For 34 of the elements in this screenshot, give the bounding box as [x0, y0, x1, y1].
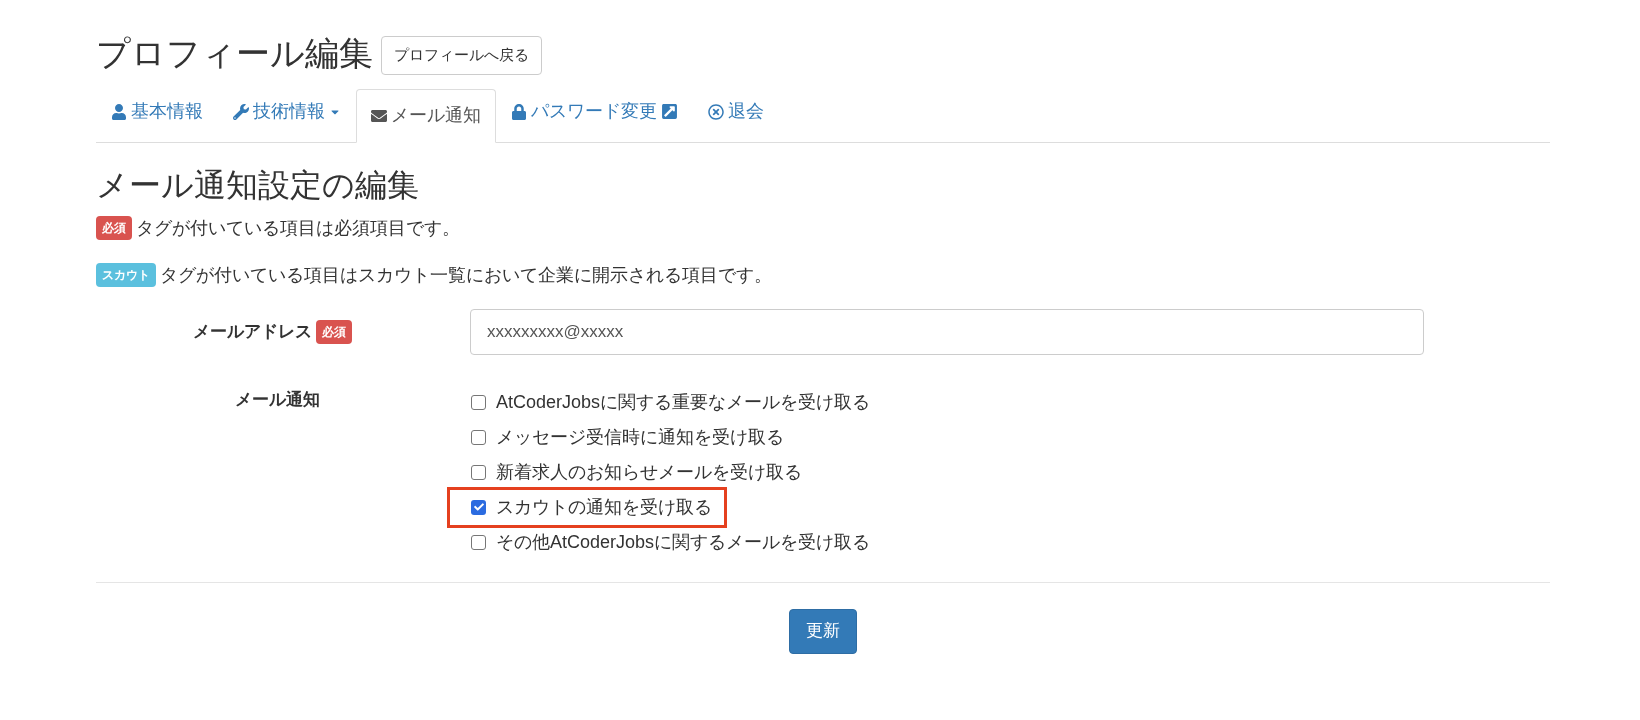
field-label: メールアドレス [193, 320, 312, 343]
option-label: 新着求人のお知らせメールを受け取る [496, 460, 802, 484]
update-button[interactable]: 更新 [789, 608, 857, 654]
checkbox[interactable] [471, 394, 486, 410]
field-label: メール通知 [235, 388, 320, 411]
option-label: メッセージ受信時に通知を受け取る [496, 425, 784, 449]
check-icon [473, 502, 484, 512]
lock-icon [511, 103, 527, 120]
email-field[interactable]: xxxxxxxxx@xxxxx [470, 308, 1424, 355]
checkbox[interactable] [471, 464, 486, 480]
option-label: スカウトの通知を受け取る [496, 495, 712, 519]
legend-text: タグが付いている項目はスカウト一覧において企業に開示される項目です。 [160, 263, 772, 287]
tab[interactable]: パスワード変更 [496, 84, 693, 139]
tab[interactable]: 技術情報 [218, 84, 356, 139]
legend-text: タグが付いている項目は必須項目です。 [136, 216, 460, 240]
external-link-icon [661, 103, 678, 120]
checkbox[interactable] [471, 499, 486, 515]
option-label: AtCoderJobsに関する重要なメールを受け取る [496, 390, 871, 414]
envelope-icon [371, 107, 387, 124]
tag-badge: 必須 [316, 319, 352, 344]
section-heading: メール通知設定の編集 [96, 165, 420, 205]
checkbox[interactable] [471, 534, 486, 550]
tab[interactable]: 退会 [693, 84, 779, 139]
user-icon [111, 103, 127, 120]
back-button[interactable]: プロフィールへ戻る [381, 36, 542, 75]
cancel-icon [708, 103, 724, 120]
tab[interactable]: 基本情報 [96, 84, 218, 139]
checkbox[interactable] [471, 429, 486, 445]
tab[interactable]: メール通知 [356, 88, 496, 143]
option-label: その他AtCoderJobsに関するメールを受け取る [496, 530, 871, 554]
tag-badge: スカウト [96, 263, 156, 287]
page-title: プロフィール編集 [96, 33, 373, 74]
wrench-icon [233, 103, 249, 120]
tag-badge: 必須 [96, 216, 132, 240]
